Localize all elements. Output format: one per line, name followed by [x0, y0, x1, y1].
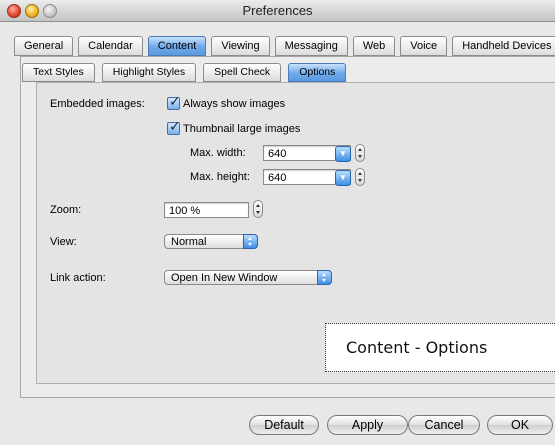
max-height-stepper[interactable]	[355, 168, 365, 186]
subtab-text-styles[interactable]: Text Styles	[22, 63, 95, 82]
title-bar: Preferences	[0, 0, 555, 22]
link-action-label: Link action:	[50, 272, 106, 284]
tab-voice[interactable]: Voice	[400, 36, 448, 56]
subtab-highlight-styles[interactable]: Highlight Styles	[101, 63, 197, 82]
default-button[interactable]: Default	[249, 415, 319, 435]
tab-content[interactable]: Content	[147, 36, 207, 56]
stepper-up-icon	[358, 148, 362, 151]
caption-box: Content - Options	[325, 323, 555, 372]
max-height-dropdown-button[interactable]: ▼	[335, 170, 351, 186]
stepper-down-icon	[358, 179, 362, 182]
max-width-dropdown-button[interactable]: ▼	[335, 146, 351, 162]
zoom-label: Zoom:	[50, 204, 82, 216]
zoom-stepper[interactable]	[253, 200, 263, 218]
tab-calendar[interactable]: Calendar	[78, 36, 143, 56]
stepper-up-icon	[358, 172, 362, 175]
popup-arrows-icon	[317, 270, 332, 285]
stepper-up-icon	[256, 204, 260, 207]
max-height-label: Max. height:	[190, 171, 250, 183]
view-popup[interactable]: Normal	[164, 234, 258, 249]
subtab-options[interactable]: Options	[288, 63, 347, 82]
tab-handheld-devices[interactable]: Handheld Devices	[452, 36, 555, 56]
window-title: Preferences	[242, 3, 313, 18]
stepper-down-icon	[358, 155, 362, 158]
view-popup-value: Normal	[171, 236, 207, 248]
stepper-down-icon	[256, 211, 260, 214]
tab-messaging[interactable]: Messaging	[274, 36, 348, 56]
always-show-images-checkbox[interactable]: ✓	[167, 93, 181, 110]
always-show-images-label[interactable]: Always show images	[183, 98, 285, 110]
caption-text: Content - Options	[346, 338, 488, 357]
max-width-label: Max. width:	[190, 147, 246, 159]
zoom-field[interactable]: 100 %	[164, 202, 249, 218]
max-width-stepper[interactable]	[355, 144, 365, 162]
tab-viewing[interactable]: Viewing	[211, 36, 270, 56]
checkmark-icon: ✓	[169, 93, 181, 109]
popup-arrows-icon	[243, 234, 258, 249]
content-subtab-bar: Text Styles Highlight Styles Spell Check…	[22, 63, 353, 82]
apply-button[interactable]: Apply	[327, 415, 408, 435]
subtab-spell-check[interactable]: Spell Check	[203, 63, 282, 82]
link-action-popup[interactable]: Open In New Window	[164, 270, 332, 285]
preferences-window: Preferences General Calendar Content Vie…	[0, 0, 555, 445]
tab-web[interactable]: Web	[352, 36, 396, 56]
tab-general[interactable]: General	[14, 36, 74, 56]
thumbnail-large-images-checkbox[interactable]: ✓	[167, 118, 181, 135]
cancel-button[interactable]: Cancel	[408, 415, 480, 435]
main-tab-bar: General Calendar Content Viewing Messagi…	[14, 36, 555, 56]
link-action-popup-value: Open In New Window	[171, 272, 278, 284]
checkmark-icon: ✓	[169, 118, 181, 134]
ok-button[interactable]: OK	[487, 415, 553, 435]
embedded-images-label: Embedded images:	[50, 98, 145, 110]
view-label: View:	[50, 236, 77, 248]
thumbnail-large-images-label[interactable]: Thumbnail large images	[183, 123, 300, 135]
